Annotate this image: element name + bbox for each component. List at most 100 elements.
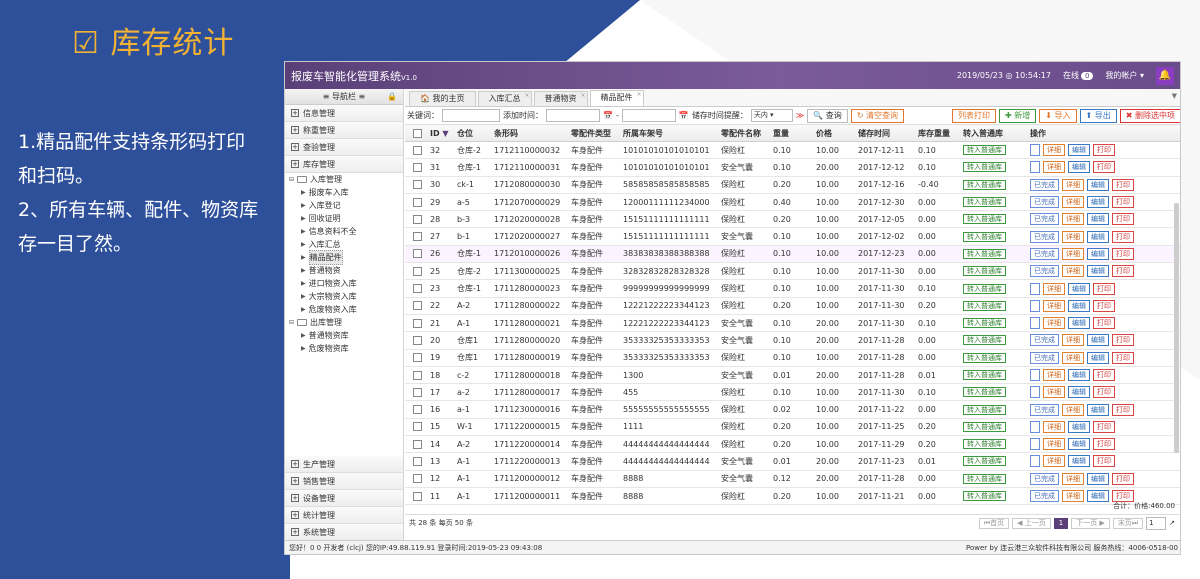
- print-button[interactable]: 打印: [1112, 334, 1134, 347]
- status-button[interactable]: [1030, 161, 1040, 174]
- table-row[interactable]: 21 A-1 1711280000021 车身配件 12221222223344123 安…: [405, 315, 1180, 333]
- tree-item[interactable]: ▶ 普通物资: [289, 264, 403, 277]
- completed-button[interactable]: 已完成: [1030, 472, 1059, 485]
- table-row[interactable]: 31 仓库-1 1712110000031 车身配件 10101010101010101…: [405, 159, 1180, 177]
- end-date-input[interactable]: [621, 109, 676, 122]
- detail-button[interactable]: 详细: [1062, 490, 1084, 503]
- col-header-part-name[interactable]: 零配件名称: [718, 128, 770, 139]
- print-button[interactable]: 打印: [1112, 265, 1134, 278]
- edit-button[interactable]: 编辑: [1087, 490, 1109, 503]
- edit-button[interactable]: 编辑: [1087, 265, 1109, 278]
- edit-button[interactable]: 编辑: [1087, 472, 1109, 485]
- tree-item[interactable]: ▶ 精品配件: [289, 250, 403, 265]
- tree-item[interactable]: ▶ 进口物资入库: [289, 277, 403, 290]
- row-checkbox[interactable]: [413, 284, 422, 294]
- status-button[interactable]: [1030, 386, 1040, 399]
- close-icon[interactable]: ×: [636, 88, 641, 102]
- status-button[interactable]: [1030, 369, 1040, 381]
- col-header-vin[interactable]: 所属车架号: [620, 128, 718, 139]
- print-button[interactable]: 打印: [1093, 161, 1115, 174]
- transfer-to-general-button[interactable]: 转入普通库: [963, 387, 1006, 398]
- completed-button[interactable]: 已完成: [1030, 334, 1059, 347]
- tab-in-summary[interactable]: 入库汇总 ×: [477, 89, 532, 106]
- transfer-to-general-button[interactable]: 转入普通库: [963, 318, 1006, 329]
- transfer-to-general-button[interactable]: 转入普通库: [963, 179, 1006, 190]
- col-header-barcode[interactable]: 条形码: [491, 128, 568, 139]
- transfer-to-general-button[interactable]: 转入普通库: [963, 266, 1006, 277]
- table-row[interactable]: 30 ck-1 1712080000030 车身配件 58585858585858585…: [405, 177, 1180, 194]
- print-button[interactable]: 打印: [1112, 472, 1134, 485]
- detail-button[interactable]: 详细: [1062, 472, 1084, 485]
- table-row[interactable]: 32 仓库-2 1712110000032 车身配件 10101010101010101…: [405, 142, 1180, 160]
- export-button[interactable]: ⬆ 导出: [1079, 108, 1117, 123]
- first-page-button[interactable]: ⏮首页: [978, 517, 1010, 529]
- completed-button[interactable]: 已完成: [1030, 265, 1059, 278]
- edit-button[interactable]: 编辑: [1068, 282, 1090, 295]
- detail-button[interactable]: 详细: [1043, 299, 1065, 312]
- prev-page-button[interactable]: ◀ 上一页: [1012, 517, 1051, 529]
- row-checkbox[interactable]: [413, 318, 422, 328]
- transfer-to-general-button[interactable]: 转入普通库: [963, 197, 1006, 208]
- sidebar-item[interactable]: + 设备管理: [285, 490, 403, 507]
- table-row[interactable]: 26 仓库-1 1712010000026 车身配件 38383838388388388…: [405, 245, 1180, 264]
- completed-button[interactable]: 已完成: [1030, 178, 1059, 191]
- status-button[interactable]: [1030, 282, 1040, 295]
- tree-item[interactable]: ▶ 信息资料不全: [289, 225, 403, 238]
- table-row[interactable]: 20 仓库1 1711280000020 车身配件 35333325353333353 安…: [405, 332, 1180, 350]
- transfer-to-general-button[interactable]: 转入普通库: [963, 473, 1006, 484]
- calendar-icon[interactable]: 📅: [679, 111, 689, 120]
- tab-home[interactable]: 🏠 我的主页: [409, 91, 476, 106]
- sidebar-item[interactable]: + 统计管理: [285, 507, 403, 524]
- transfer-to-general-button[interactable]: 转入普通库: [963, 231, 1006, 242]
- edit-button[interactable]: 编辑: [1087, 334, 1109, 347]
- close-icon[interactable]: ×: [524, 89, 529, 103]
- tree-item[interactable]: ▶ 大宗物资入库: [289, 290, 403, 303]
- table-row[interactable]: 12 A-1 1711200000012 车身配件 8888 安全气囊 0.12 20.00 2…: [405, 471, 1180, 488]
- edit-button[interactable]: 编辑: [1068, 144, 1090, 157]
- edit-button[interactable]: 编辑: [1068, 317, 1090, 330]
- detail-button[interactable]: 详细: [1043, 420, 1065, 433]
- row-checkbox[interactable]: [413, 162, 422, 172]
- goto-page-input[interactable]: 1: [1146, 516, 1167, 530]
- edit-button[interactable]: 编辑: [1087, 178, 1109, 191]
- transfer-to-general-button[interactable]: 转入普通库: [963, 283, 1006, 294]
- col-header-storage-time[interactable]: 储存时间: [855, 128, 915, 139]
- sidebar-item[interactable]: + 系统管理: [285, 524, 403, 541]
- detail-button[interactable]: 详细: [1043, 317, 1065, 330]
- close-icon[interactable]: ×: [580, 89, 585, 103]
- print-button[interactable]: 打印: [1112, 196, 1134, 209]
- detail-button[interactable]: 详细: [1062, 334, 1084, 347]
- print-button[interactable]: 打印: [1112, 178, 1134, 191]
- detail-button[interactable]: 详细: [1043, 282, 1065, 295]
- tree-item[interactable]: ▶ 入库登记: [289, 199, 403, 212]
- table-row[interactable]: 16 a-1 1711230000016 车身配件 55555555555555555 保…: [405, 401, 1180, 419]
- vertical-scrollbar[interactable]: [1174, 203, 1179, 453]
- row-checkbox[interactable]: [413, 456, 422, 466]
- sidebar-item[interactable]: + 查验管理: [285, 139, 403, 156]
- table-row[interactable]: 28 b-3 1712020000028 车身配件 15151111111111111 保…: [405, 211, 1180, 229]
- edit-button[interactable]: 编辑: [1068, 369, 1090, 381]
- completed-button[interactable]: 已完成: [1030, 247, 1059, 260]
- transfer-to-general-button[interactable]: 转入普通库: [963, 248, 1006, 259]
- detail-button[interactable]: 详细: [1043, 386, 1065, 399]
- current-page[interactable]: 1: [1053, 517, 1069, 529]
- search-button[interactable]: 🔍 查询: [807, 108, 848, 123]
- lock-icon[interactable]: 🔒: [387, 89, 397, 105]
- print-button[interactable]: 打印: [1093, 386, 1115, 399]
- tab-premium-parts[interactable]: 精品配件 ×: [589, 88, 644, 106]
- chevron-down-icon[interactable]: ▼: [1172, 92, 1177, 100]
- detail-button[interactable]: 详细: [1062, 196, 1084, 209]
- edit-button[interactable]: 编辑: [1087, 196, 1109, 209]
- row-checkbox[interactable]: [413, 180, 422, 190]
- tree-group-out[interactable]: ⊟ 出库管理: [289, 316, 403, 329]
- tree-group-in[interactable]: ⊟ 入库管理: [289, 173, 403, 186]
- import-button[interactable]: ⬇ 导入: [1039, 108, 1077, 123]
- print-button[interactable]: 打印: [1093, 144, 1115, 157]
- transfer-to-general-button[interactable]: 转入普通库: [963, 214, 1006, 225]
- col-header-part-type[interactable]: 零配件类型: [568, 128, 620, 139]
- status-button[interactable]: [1030, 144, 1040, 157]
- print-list-button[interactable]: 列表打印: [952, 108, 996, 123]
- completed-button[interactable]: 已完成: [1030, 490, 1059, 503]
- sidebar-item[interactable]: + 信息管理: [285, 105, 403, 122]
- col-header-stock-weight[interactable]: 库存重量: [915, 128, 960, 139]
